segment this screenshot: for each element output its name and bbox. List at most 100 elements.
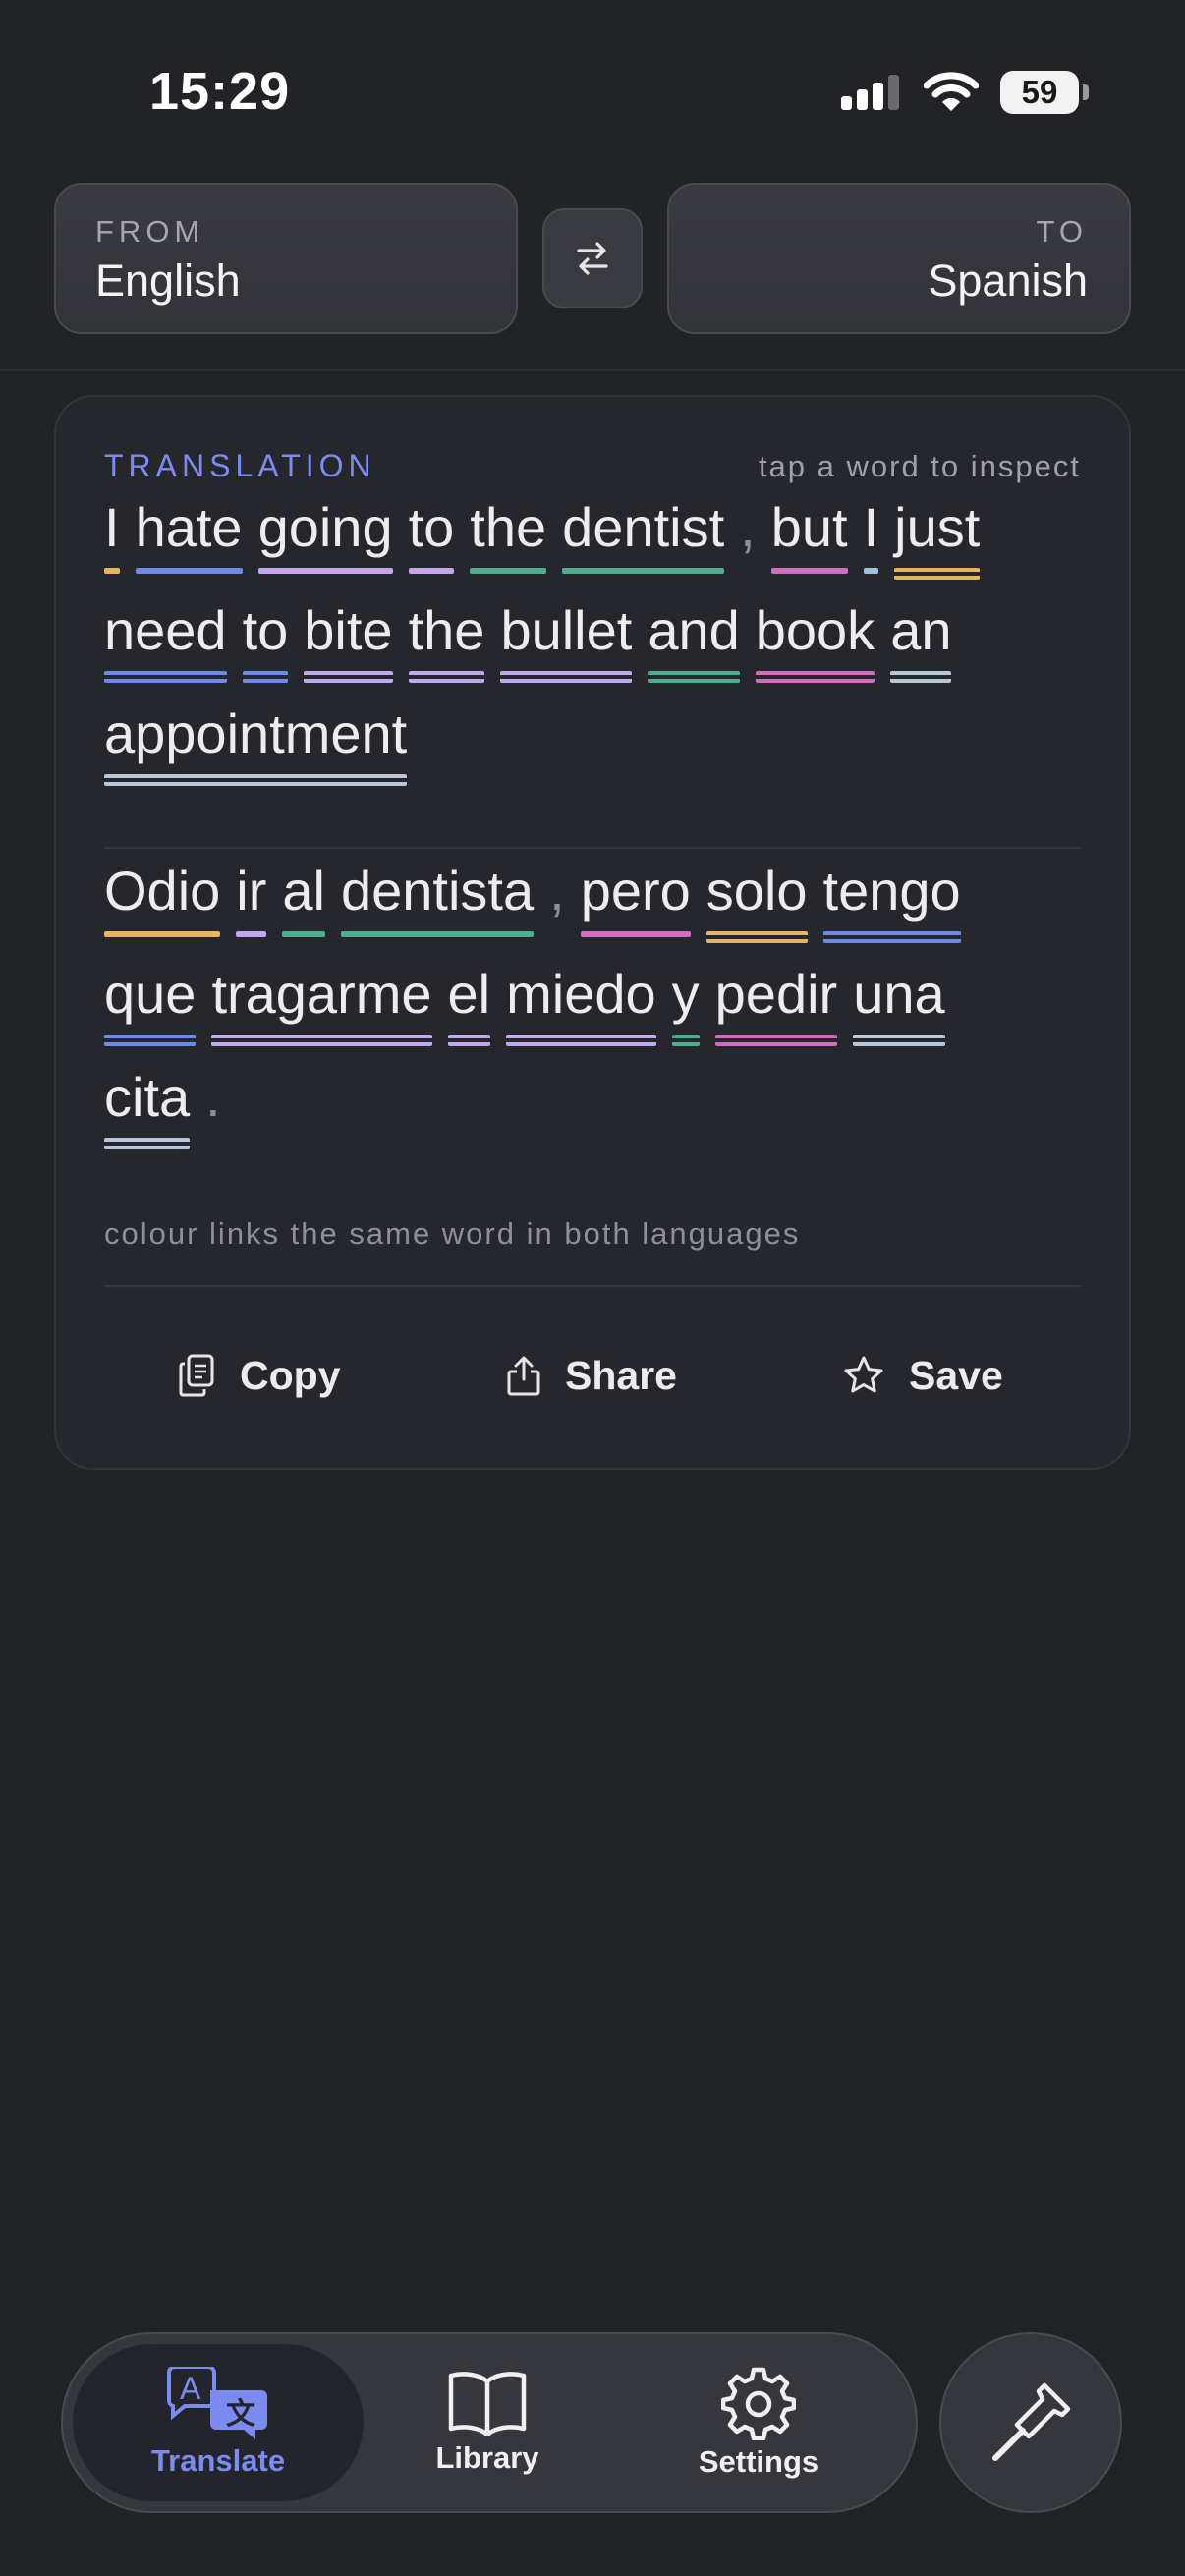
target-word[interactable]: pedir (714, 960, 838, 1046)
word-link-underline (562, 568, 725, 574)
word-link-underline (104, 931, 221, 937)
tools-button[interactable] (939, 2332, 1122, 2513)
source-word[interactable]: appointment (104, 700, 408, 786)
card-header: TRANSLATION tap a word to inspect (104, 448, 1081, 484)
word-link-underline (671, 1035, 700, 1046)
source-word[interactable]: but (770, 493, 848, 574)
word-link-underline (104, 774, 408, 786)
status-time: 15:29 (149, 62, 291, 121)
screwdriver-icon (992, 2382, 1071, 2461)
color-legend-note: colour links the same word in both langu… (104, 1216, 801, 1251)
target-line: que tragarme el miedo y pedir una (104, 960, 1087, 1063)
target-punctuation: . (205, 1066, 221, 1128)
source-word[interactable]: I (863, 493, 879, 574)
source-punctuation: , (740, 496, 756, 558)
gear-icon (721, 2367, 796, 2440)
status-icons: 59 (841, 71, 1089, 114)
target-word[interactable]: dentista (340, 857, 535, 937)
word-link-underline (408, 568, 455, 574)
copy-button[interactable]: Copy (179, 1297, 341, 1454)
source-word[interactable]: and (648, 596, 740, 683)
word-link-underline (894, 568, 981, 580)
to-language-button[interactable]: TO Spanish (667, 183, 1131, 334)
word-link-underline (580, 931, 691, 937)
word-link-underline (714, 1035, 838, 1046)
tab-settings[interactable]: Settings (613, 2344, 904, 2501)
inspect-hint: tap a word to inspect (758, 448, 1081, 483)
target-word[interactable]: que (104, 960, 197, 1046)
source-text: Ihate going to the dentist, but Ijust need to bit… (104, 493, 1087, 803)
word-link-underline (257, 568, 393, 574)
source-word[interactable]: need (104, 596, 227, 683)
tab-settings-label: Settings (698, 2444, 819, 2479)
word-link-underline (755, 671, 875, 683)
target-word[interactable]: pero (580, 857, 691, 937)
source-word[interactable]: dentist (562, 493, 725, 574)
source-word[interactable]: going (257, 493, 393, 574)
source-word[interactable]: bullet (500, 596, 633, 683)
tab-translate[interactable]: A 文 Translate (73, 2344, 364, 2501)
source-word[interactable]: to (408, 493, 455, 574)
word-link-underline (104, 1138, 191, 1149)
source-word[interactable]: an (890, 596, 952, 683)
battery-indicator: 59 (1000, 71, 1089, 114)
target-word[interactable]: ir (236, 857, 267, 937)
battery-level: 59 (1021, 74, 1058, 110)
word-link-underline (853, 1035, 945, 1046)
word-link-underline (770, 568, 848, 574)
from-language-button[interactable]: FROM English (54, 183, 518, 334)
source-word[interactable]: book (755, 596, 875, 683)
word-link-underline (104, 1035, 197, 1046)
actions-divider (104, 1285, 1081, 1287)
target-word[interactable]: y (671, 960, 700, 1046)
target-word[interactable]: cita (104, 1063, 191, 1149)
source-word[interactable]: I (104, 493, 120, 574)
word-link-underline (890, 671, 952, 683)
word-link-underline (408, 671, 485, 683)
target-word[interactable]: miedo (506, 960, 656, 1046)
battery-icon: 59 (1000, 71, 1079, 114)
target-word[interactable]: una (853, 960, 945, 1046)
word-link-underline (304, 671, 393, 683)
tab-translate-label: Translate (150, 2443, 286, 2478)
source-word[interactable]: to (242, 596, 289, 683)
target-word[interactable]: tragarme (211, 960, 432, 1046)
target-word[interactable]: solo (705, 857, 808, 943)
text-divider (104, 847, 1081, 849)
battery-nub (1083, 84, 1089, 100)
book-icon (448, 2372, 527, 2436)
to-caption: TO (1036, 214, 1088, 249)
language-selector: FROM English TO Spanish (54, 183, 1131, 334)
target-word[interactable]: tengo (822, 857, 961, 943)
source-line: appointment (104, 700, 1087, 803)
tab-library[interactable]: Library (342, 2344, 633, 2501)
target-line: cita. (104, 1063, 1087, 1166)
target-word[interactable]: al (282, 857, 325, 937)
source-word[interactable]: the (408, 596, 485, 683)
source-word[interactable]: the (470, 493, 547, 574)
word-link-underline (282, 931, 325, 937)
source-word[interactable]: just (894, 493, 981, 580)
swap-languages-button[interactable] (542, 208, 643, 308)
save-button[interactable]: Save (842, 1297, 1003, 1454)
copy-icon (179, 1354, 214, 1397)
translated-text: Odio ir al dentista, pero solo tengo que tragarm… (104, 857, 1087, 1166)
from-caption: FROM (95, 214, 205, 249)
source-word[interactable]: bite (304, 596, 393, 683)
target-word[interactable]: Odio (104, 857, 221, 937)
translation-card: TRANSLATION tap a word to inspect Ihate g… (54, 395, 1131, 1470)
copy-label: Copy (240, 1352, 341, 1398)
word-link-underline (447, 1035, 491, 1046)
share-button[interactable]: Share (506, 1297, 677, 1454)
word-link-underline (104, 671, 227, 683)
swap-icon (577, 242, 608, 275)
source-line: need to bite the bullet and book an (104, 596, 1087, 700)
to-language: Spanish (928, 255, 1088, 306)
source-word[interactable]: hate (135, 493, 243, 574)
word-link-underline (236, 931, 267, 937)
signal-icon (841, 75, 899, 110)
word-link-underline (648, 671, 740, 683)
target-word[interactable]: el (447, 960, 491, 1046)
card-label: TRANSLATION (104, 448, 376, 483)
source-line: Ihate going to the dentist, but Ijust (104, 493, 1087, 596)
